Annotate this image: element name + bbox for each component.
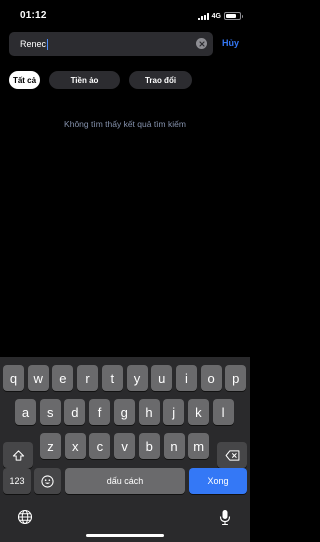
filter-tab-crypto[interactable]: Tiền ảo — [49, 71, 120, 89]
key-e[interactable]: e — [52, 365, 74, 391]
key-g[interactable]: g — [113, 399, 135, 425]
done-key[interactable]: Xong — [189, 468, 247, 494]
status-indicators: 4G — [197, 11, 243, 21]
filter-tab-exchange[interactable]: Trao đổi — [129, 71, 192, 89]
globe-icon — [17, 509, 33, 525]
backspace-icon — [225, 449, 239, 461]
globe-key[interactable] — [16, 508, 34, 526]
key-y[interactable]: y — [126, 365, 148, 391]
key-n[interactable]: n — [163, 433, 185, 459]
backspace-key[interactable] — [217, 442, 247, 468]
shift-icon — [12, 449, 24, 461]
key-j[interactable]: j — [163, 399, 185, 425]
microphone-icon — [219, 509, 231, 525]
key-l[interactable]: l — [212, 399, 234, 425]
key-k[interactable]: k — [187, 399, 209, 425]
key-u[interactable]: u — [151, 365, 173, 391]
signal-icon — [197, 12, 209, 20]
key-w[interactable]: w — [27, 365, 49, 391]
emoji-key[interactable] — [34, 468, 61, 494]
key-t[interactable]: t — [101, 365, 123, 391]
clear-search-button[interactable] — [196, 38, 207, 49]
key-c[interactable]: c — [89, 433, 111, 459]
key-p[interactable]: p — [225, 365, 247, 391]
key-z[interactable]: z — [40, 433, 61, 459]
dictation-key[interactable] — [216, 508, 234, 526]
text-cursor — [47, 38, 49, 50]
key-r[interactable]: r — [77, 365, 99, 391]
search-input-value: Renec — [20, 39, 47, 49]
shift-key[interactable] — [3, 442, 33, 468]
keyboard: qwertyuiop asdfghjkl zxcvbnm 123 dấu các… — [0, 357, 250, 542]
key-q[interactable]: q — [3, 365, 24, 391]
battery-level — [226, 14, 237, 18]
key-b[interactable]: b — [138, 433, 160, 459]
search-input[interactable]: Renec — [9, 32, 213, 56]
close-icon — [198, 40, 205, 47]
key-f[interactable]: f — [89, 399, 111, 425]
key-h[interactable]: h — [138, 399, 160, 425]
cancel-button[interactable]: Hủy — [222, 38, 239, 48]
key-a[interactable]: a — [15, 399, 36, 425]
numbers-key[interactable]: 123 — [3, 468, 31, 494]
status-bar: 01:12 4G — [0, 0, 250, 30]
key-d[interactable]: d — [64, 399, 86, 425]
key-i[interactable]: i — [175, 365, 197, 391]
empty-results-message: Không tìm thấy kết quả tìm kiếm — [64, 119, 186, 129]
battery-icon — [224, 12, 243, 20]
key-m[interactable]: m — [188, 433, 210, 459]
filter-tabs: Tất cả Tiền ảo Trao đổi — [9, 71, 192, 89]
status-time: 01:12 — [20, 10, 47, 21]
key-s[interactable]: s — [39, 399, 61, 425]
emoji-icon — [41, 474, 54, 488]
key-o[interactable]: o — [200, 365, 222, 391]
home-indicator — [86, 534, 164, 537]
network-type: 4G — [211, 12, 221, 20]
search-row: Renec Hủy — [9, 32, 241, 56]
filter-tab-all[interactable]: Tất cả — [9, 71, 40, 89]
space-key[interactable]: dấu cách — [65, 468, 185, 494]
key-x[interactable]: x — [64, 433, 86, 459]
key-v[interactable]: v — [114, 433, 136, 459]
